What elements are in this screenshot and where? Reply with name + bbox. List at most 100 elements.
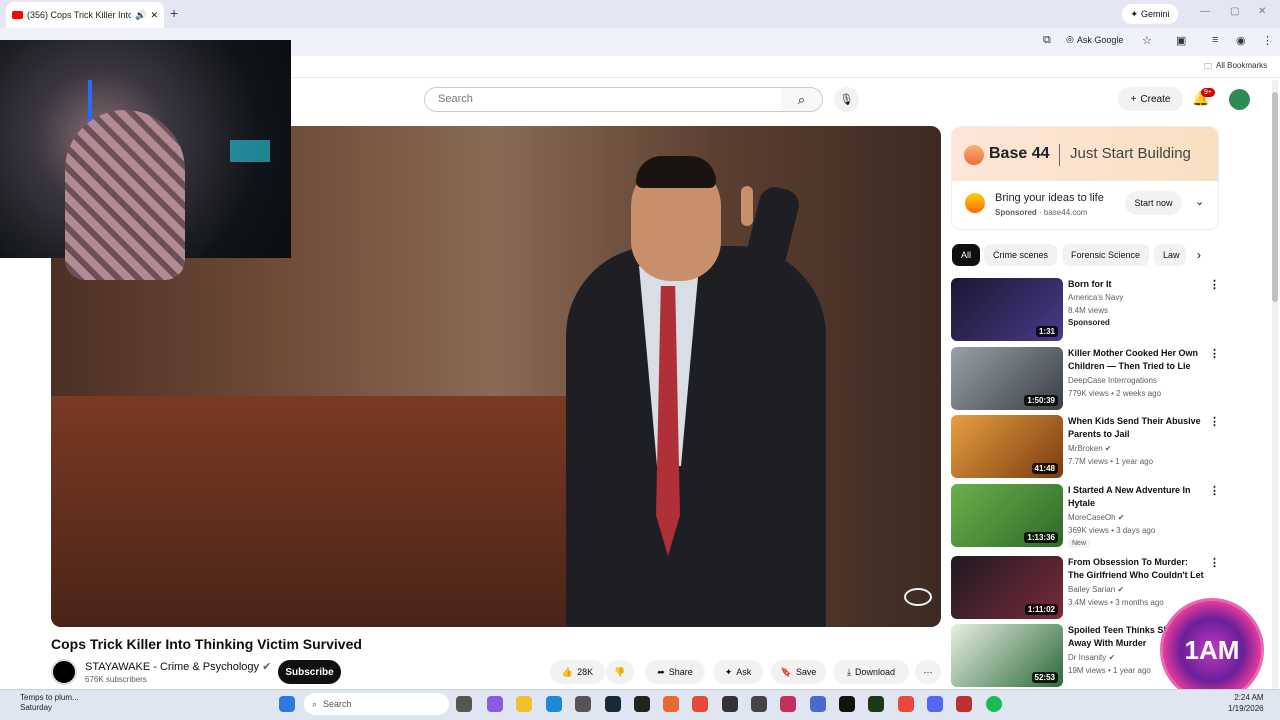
more-options-icon[interactable]: ⋮: [1209, 347, 1220, 360]
store-icon[interactable]: [575, 696, 591, 712]
discord-icon[interactable]: [927, 696, 943, 712]
more-actions-button[interactable]: ⋯: [915, 660, 941, 684]
app-icon[interactable]: [839, 696, 855, 712]
dislike-button[interactable]: 👎: [606, 660, 634, 684]
settings-icon[interactable]: [810, 696, 826, 712]
recommendation-title[interactable]: When Kids Send Their Abusive Parents to …: [1068, 415, 1204, 441]
recommendation-item[interactable]: 1:50:39 Killer Mother Cooked Her Own Chi…: [951, 347, 1220, 411]
recommendation-channel[interactable]: MoreCaseOh ✔: [1068, 513, 1125, 522]
chevron-right-icon[interactable]: ›: [1197, 248, 1201, 262]
task-view-icon[interactable]: [456, 696, 472, 712]
sidepanel-icon[interactable]: ▣: [1176, 34, 1186, 47]
video-thumbnail[interactable]: 1:11:02: [951, 556, 1063, 619]
recommendation-channel[interactable]: America's Navy: [1068, 293, 1123, 302]
video-thumbnail[interactable]: 1:31: [951, 278, 1063, 341]
search-button[interactable]: ⌕: [781, 87, 823, 112]
ask-button[interactable]: ✦ Ask: [713, 660, 763, 684]
like-button[interactable]: 👍 28K: [550, 660, 605, 684]
edge-icon[interactable]: [546, 696, 562, 712]
app-icon[interactable]: [751, 696, 767, 712]
ad-sponsored-label: Sponsored: [995, 208, 1037, 217]
app-icon[interactable]: [780, 696, 796, 712]
media-controls-icon[interactable]: ≡: [1212, 34, 1218, 46]
tab-close-icon[interactable]: ✕: [150, 10, 158, 21]
verified-icon: ✔: [1104, 444, 1112, 453]
start-now-button[interactable]: Start now: [1125, 191, 1182, 215]
more-options-icon[interactable]: ⋮: [1209, 415, 1220, 428]
bookmark-star-icon[interactable]: ☆: [1142, 34, 1152, 47]
recommendation-title[interactable]: Born for It: [1068, 278, 1204, 291]
new-tab-button[interactable]: +: [170, 5, 178, 21]
weather-widget[interactable]: Temps to plum... Saturday: [20, 693, 79, 713]
folder-icon: 🗀: [1204, 62, 1212, 71]
audio-playing-icon[interactable]: 🔊: [135, 10, 146, 21]
profile-icon[interactable]: ◉: [1236, 34, 1246, 47]
more-options-icon[interactable]: ⋮: [1209, 556, 1220, 569]
save-button[interactable]: 🔖 Save: [771, 660, 826, 684]
epic-games-icon[interactable]: [634, 696, 650, 712]
file-explorer-icon[interactable]: [516, 696, 532, 712]
recommendation-channel-text: MrBroken: [1068, 444, 1103, 453]
thumbs-down-icon: 👎: [614, 666, 626, 677]
chip-all[interactable]: All: [952, 244, 981, 266]
share-button[interactable]: ➦ Share: [645, 660, 705, 684]
recommendation-title[interactable]: I Started A New Adventure In Hytale: [1068, 484, 1204, 510]
recommendation-channel[interactable]: DeepCase Interrogations: [1068, 376, 1157, 385]
voice-search-button[interactable]: 🎙: [834, 87, 859, 112]
account-avatar[interactable]: [1229, 89, 1250, 110]
chip-crime-scenes[interactable]: Crime scenes: [984, 244, 1058, 266]
ad-headline: Bring your ideas to life: [995, 192, 1104, 204]
recommendation-channel[interactable]: MrBroken ✔: [1068, 444, 1112, 453]
more-options-icon[interactable]: ⋮: [1209, 278, 1220, 291]
app-icon[interactable]: [868, 696, 884, 712]
minimize-button[interactable]: —: [1200, 6, 1210, 17]
search-input[interactable]: Search: [424, 87, 782, 112]
sponsored-ad-card[interactable]: Base 44 Just Start Building Bring your i…: [951, 126, 1219, 230]
recommendation-title[interactable]: Killer Mother Cooked Her Own Children — …: [1068, 347, 1204, 373]
recommendation-channel[interactable]: Bailey Sarian ✔: [1068, 585, 1124, 594]
recommendation-item[interactable]: 1:13:36 I Started A New Adventure In Hyt…: [951, 484, 1220, 548]
chevron-down-icon[interactable]: ⌄: [1195, 195, 1204, 208]
system-clock[interactable]: 2:24 AM 1/19/2026: [1228, 692, 1264, 714]
subscribe-button[interactable]: Subscribe: [278, 660, 341, 684]
more-options-icon[interactable]: ⋮: [1209, 484, 1220, 497]
chip-forensic-science[interactable]: Forensic Science: [1062, 244, 1150, 266]
taskbar-search[interactable]: ⌕ Search: [304, 693, 449, 715]
scrollbar-thumb[interactable]: [1272, 92, 1278, 302]
recommendation-title[interactable]: From Obsession To Murder: The Girlfriend…: [1068, 556, 1204, 582]
app-icon[interactable]: [722, 696, 738, 712]
channel-name[interactable]: STAYAWAKE - Crime & Psychology ✔: [85, 660, 271, 673]
spotify-icon[interactable]: [986, 696, 1002, 712]
ask-google-button[interactable]: ◎ Ask Google: [1066, 34, 1123, 45]
courtroom-counter: [51, 396, 571, 627]
video-thumbnail[interactable]: 1:13:36: [951, 484, 1063, 547]
windows-start-icon[interactable]: [279, 696, 295, 712]
recommendation-item[interactable]: 41:48 When Kids Send Their Abusive Paren…: [951, 415, 1220, 479]
channel-avatar[interactable]: [51, 659, 77, 685]
gemini-button[interactable]: ✦ Gemini: [1122, 4, 1178, 24]
browser-menu-icon[interactable]: ⋮: [1262, 34, 1273, 47]
app-icon[interactable]: [663, 696, 679, 712]
maximize-button[interactable]: ▢: [1230, 6, 1239, 17]
verified-icon: ✔: [1117, 513, 1125, 522]
all-bookmarks-button[interactable]: 🗀 All Bookmarks: [1204, 61, 1267, 75]
recommendation-item[interactable]: 1:31 Born for It America's Navy 8.4M vie…: [951, 278, 1220, 342]
neon-sign: [230, 140, 270, 162]
create-button[interactable]: + Create: [1118, 87, 1183, 111]
chrome-icon[interactable]: [898, 696, 914, 712]
app-icon[interactable]: [956, 696, 972, 712]
close-window-button[interactable]: ✕: [1258, 6, 1266, 17]
chrome-icon[interactable]: [692, 696, 708, 712]
browser-tab[interactable]: (356) Cops Trick Killer Into Thinking 🔊 …: [6, 2, 164, 28]
video-thumbnail[interactable]: 1:50:39: [951, 347, 1063, 410]
notification-badge: 9+: [1201, 88, 1215, 97]
steam-icon[interactable]: [605, 696, 621, 712]
copilot-icon[interactable]: [487, 696, 503, 712]
video-thumbnail[interactable]: 52:53: [951, 624, 1063, 687]
chip-law[interactable]: Law: [1154, 244, 1186, 266]
install-app-icon[interactable]: ⧉: [1043, 34, 1051, 47]
download-button[interactable]: ⤓ Download: [833, 660, 909, 684]
video-thumbnail[interactable]: 41:48: [951, 415, 1063, 478]
recommendation-channel[interactable]: Dr Insanity ✔: [1068, 653, 1115, 662]
ad-domain: base44.com: [1043, 208, 1088, 217]
